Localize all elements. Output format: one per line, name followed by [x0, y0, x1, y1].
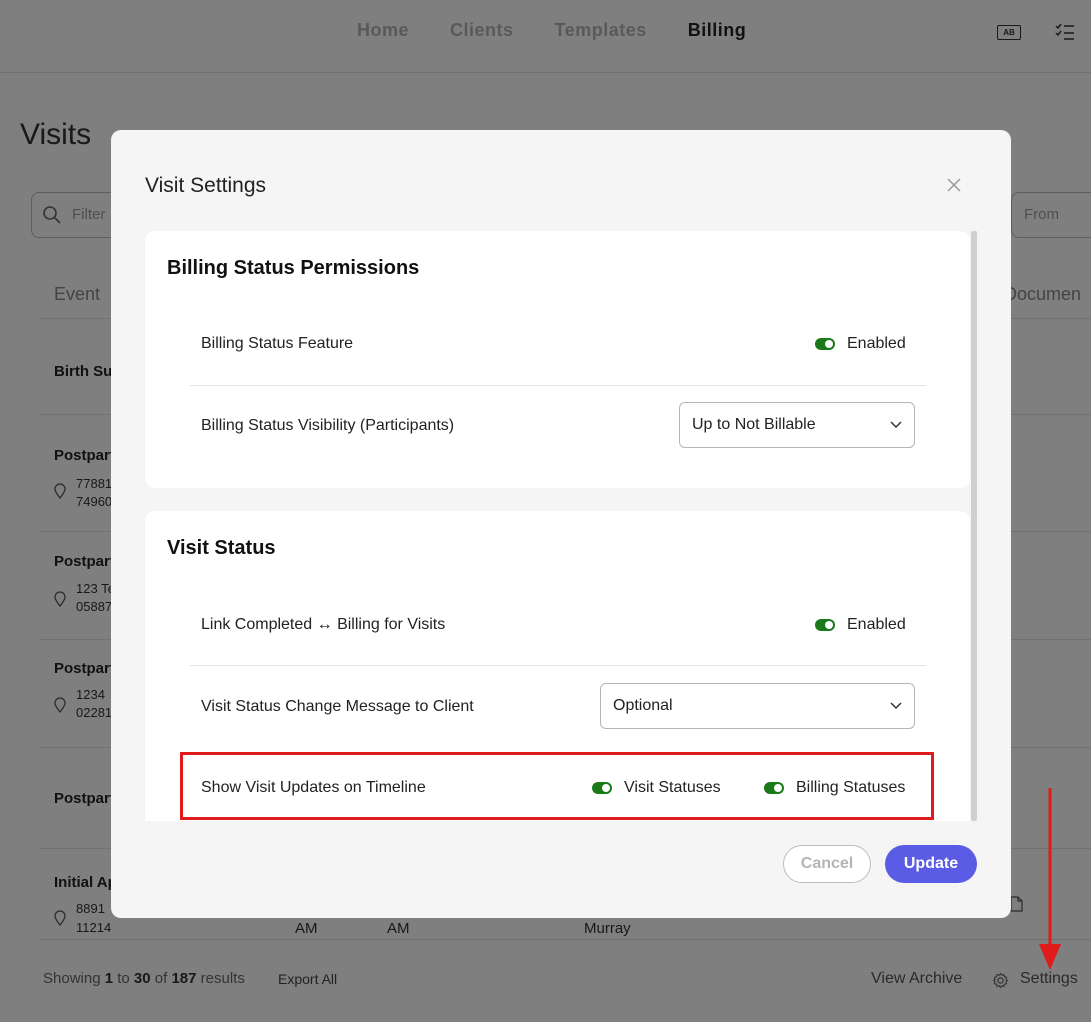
setting-row-link-completed: Link Completed ↔ Billing for Visits Enab…	[190, 604, 926, 644]
billing-feature-toggle[interactable]	[815, 338, 835, 350]
divider	[190, 665, 926, 666]
section-heading: Visit Status	[167, 537, 276, 559]
billing-visibility-select[interactable]: Up to Not Billable	[679, 402, 915, 448]
toggle-label: Enabled	[847, 335, 906, 352]
setting-label: Visit Status Change Message to Client	[201, 698, 474, 715]
close-icon[interactable]	[944, 175, 964, 195]
divider	[190, 385, 926, 386]
select-value: Optional	[613, 697, 673, 714]
chevron-down-icon	[890, 702, 902, 710]
modal-title: Visit Settings	[145, 174, 267, 197]
annotation-arrow	[1039, 788, 1061, 970]
setting-row-billing-feature: Billing Status Feature Enabled	[190, 323, 926, 363]
chevron-down-icon	[890, 421, 902, 429]
cancel-button[interactable]: Cancel	[783, 845, 871, 883]
setting-label: Link Completed ↔ Billing for Visits	[201, 616, 446, 633]
setting-label: Billing Status Visibility (Participants)	[201, 417, 455, 434]
toggle-label: Enabled	[847, 616, 906, 633]
setting-row-billing-visibility: Billing Status Visibility (Participants)…	[190, 402, 926, 450]
update-button[interactable]: Update	[885, 845, 977, 883]
visit-settings-modal: Visit Settings Billing Status Permission…	[111, 130, 1011, 918]
billing-status-card: Billing Status Permissions Billing Statu…	[145, 231, 970, 488]
section-heading: Billing Status Permissions	[167, 257, 420, 279]
settings-scroll-area: Billing Status Permissions Billing Statu…	[145, 231, 977, 821]
setting-row-status-message: Visit Status Change Message to Client Op…	[190, 683, 926, 731]
highlight-box	[180, 752, 934, 820]
setting-label: Billing Status Feature	[201, 335, 354, 352]
select-value: Up to Not Billable	[692, 416, 816, 433]
status-message-select[interactable]: Optional	[600, 683, 915, 729]
link-completed-toggle[interactable]	[815, 619, 835, 631]
